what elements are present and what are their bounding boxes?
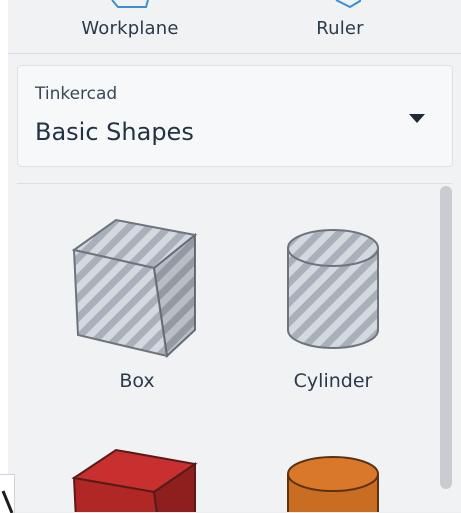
box-hatched-icon <box>71 218 198 359</box>
shape-label: Cylinder <box>293 370 373 392</box>
scrollbar-thumb[interactable] <box>440 186 452 489</box>
shape-item-cylinder[interactable]: Cylinder <box>258 210 408 400</box>
shape-item-orange-cylinder[interactable] <box>258 440 408 512</box>
cylinder-hatched-icon <box>287 229 379 349</box>
ruler-tool[interactable]: Ruler <box>290 0 390 52</box>
shape-label: Box <box>119 370 155 392</box>
chevron-down-icon <box>409 114 425 123</box>
divider <box>8 53 461 54</box>
corner-popup <box>0 474 15 513</box>
ruler-label: Ruler <box>316 18 364 39</box>
workplane-icon <box>111 0 149 8</box>
divider <box>17 183 452 184</box>
shape-item-red-box[interactable] <box>62 440 212 512</box>
cylinder-orange-icon <box>287 456 379 512</box>
workplane-tool[interactable]: Workplane <box>60 0 200 52</box>
library-selected: Basic Shapes <box>35 118 194 146</box>
slash-icon <box>1 490 14 513</box>
left-edge-strip <box>0 0 8 512</box>
box-red-icon <box>71 448 198 512</box>
shape-library-dropdown[interactable]: Tinkercad Basic Shapes <box>17 65 453 167</box>
ruler-icon <box>335 0 361 8</box>
shape-item-box[interactable]: Box <box>62 210 212 400</box>
library-category: Tinkercad <box>35 84 118 104</box>
workplane-label: Workplane <box>81 18 179 39</box>
